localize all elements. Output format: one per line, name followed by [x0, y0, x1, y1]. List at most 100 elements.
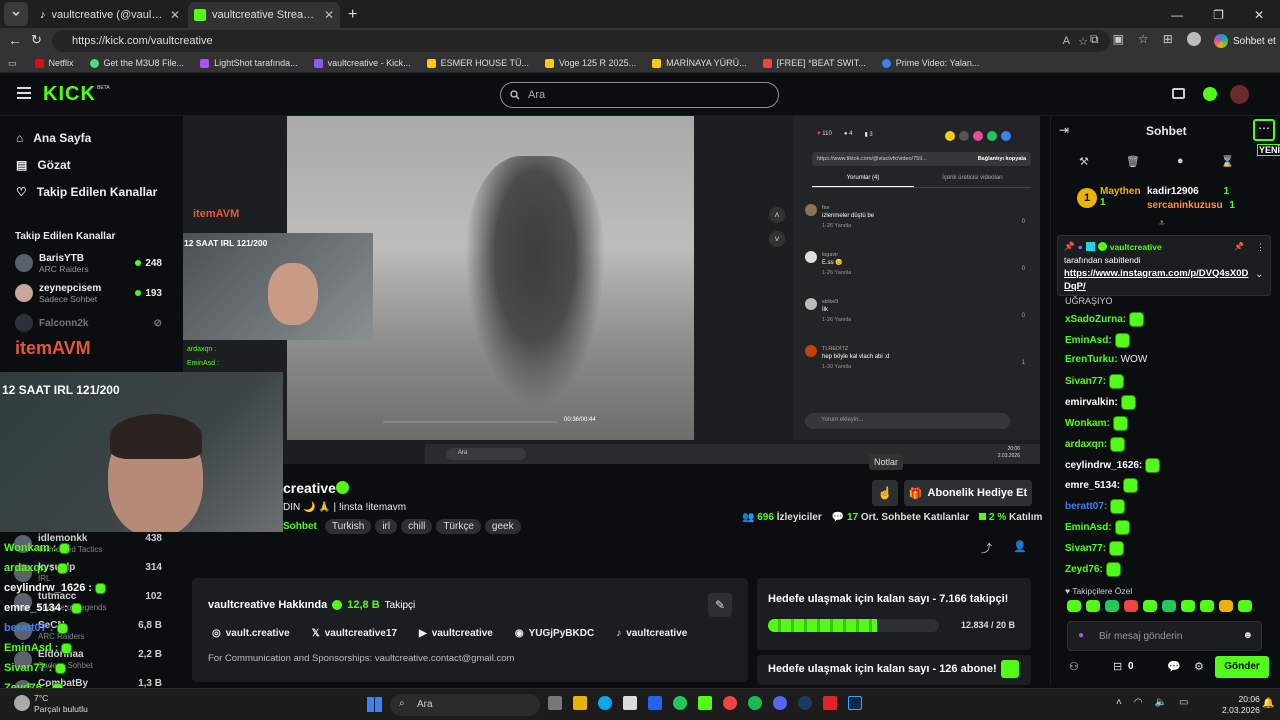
spotify-icon[interactable] — [748, 696, 762, 710]
chat-username[interactable]: Zeyd76: — [1065, 564, 1103, 575]
edge-icon[interactable] — [598, 696, 612, 710]
close-icon[interactable]: ✕ — [170, 8, 180, 22]
chat-input[interactable]: ● Bir mesaj gönderin ☻ — [1067, 621, 1262, 651]
comment-likes[interactable]: 0 — [1022, 218, 1025, 226]
chat-username[interactable]: Sivan77: — [1065, 376, 1106, 387]
emote-icon[interactable] — [1162, 600, 1176, 612]
battery-icon[interactable]: ▭ — [1179, 697, 1188, 708]
new-tab-icon[interactable]: + — [348, 6, 357, 24]
kick-logo[interactable]: KICK — [43, 83, 96, 106]
chat-message[interactable]: ErenTurku: WOW — [1065, 354, 1147, 365]
chat-username[interactable]: EminAsd: — [1065, 335, 1112, 346]
bookmark-lightshot[interactable]: LightShot tarafında... — [200, 58, 298, 68]
task-view-icon[interactable] — [548, 696, 562, 710]
copilot-button[interactable]: Sohbet et — [1214, 31, 1276, 51]
chat-username[interactable]: beratt07: — [1065, 501, 1107, 512]
stream-tag[interactable]: irl — [375, 519, 398, 534]
discord-icon[interactable] — [773, 696, 787, 710]
kick-points-icon[interactable] — [1203, 87, 1217, 101]
search-input[interactable]: Ara — [500, 82, 779, 108]
chat-username[interactable]: Sivan77: — [1065, 543, 1106, 554]
emote-icon[interactable] — [1143, 600, 1157, 612]
chat-message[interactable]: Wonkam: — [1065, 416, 1128, 431]
bookmark-prime[interactable]: Prime Video: Yalan... — [881, 58, 979, 68]
restore-icon[interactable]: ❐ — [1213, 8, 1224, 22]
stream-tag[interactable]: Turkish — [324, 519, 372, 534]
chat-message[interactable]: Sivan77: — [1065, 374, 1125, 390]
social-link[interactable]: ♪ vaultcreative — [616, 628, 687, 639]
emote-icon[interactable] — [1086, 600, 1100, 612]
unpin-icon[interactable]: 📌 — [1234, 242, 1244, 251]
nav-following[interactable]: ♡ Takip Edilen Kanallar — [0, 178, 172, 205]
stream-tag[interactable]: Türkçe — [436, 519, 481, 534]
store-icon[interactable] — [623, 696, 637, 710]
nav-browse[interactable]: ▤ Gözat — [0, 151, 172, 178]
copy-link-button[interactable]: Bağlantıyı kopyala — [978, 156, 1026, 162]
emote-icon[interactable] — [1124, 600, 1138, 612]
taskbar-clock[interactable]: 20:06 2.03.2026 — [1222, 694, 1260, 716]
chat-message[interactable]: ceylindrw_1626: — [1065, 457, 1161, 473]
emote-icon[interactable] — [1200, 600, 1214, 612]
start-icon[interactable] — [367, 697, 382, 712]
emote-icon[interactable] — [1181, 600, 1195, 612]
user-avatar[interactable] — [1230, 85, 1249, 104]
split-screen-icon[interactable]: ▣ — [1113, 32, 1124, 47]
stream-tag[interactable]: Sohbet — [283, 519, 321, 534]
comment-likes[interactable]: 1 — [1022, 359, 1025, 367]
emote-icon[interactable] — [1105, 600, 1119, 612]
follow-user-icon[interactable]: 👤 — [1013, 540, 1027, 553]
chat-message[interactable]: ardaxqn: — [1065, 436, 1126, 452]
tab-kick[interactable]: vaultcreative Stream - Watch Live ✕ — [188, 2, 340, 28]
chat-username[interactable]: emre_5134: — [1065, 480, 1120, 491]
bookmark-m3u8[interactable]: Get the M3U8 File... — [89, 58, 184, 68]
emote-icon[interactable] — [1067, 600, 1081, 612]
window-close-icon[interactable]: ✕ — [1254, 8, 1264, 22]
chrome-icon[interactable] — [723, 696, 737, 710]
chat-message[interactable]: EminAsd: — [1065, 520, 1130, 535]
favorite-icon[interactable]: ☆ — [1078, 35, 1088, 48]
collections-icon[interactable]: ⊞ — [1163, 32, 1173, 47]
close-icon[interactable]: ✕ — [324, 8, 334, 22]
steam-icon[interactable] — [798, 696, 812, 710]
chat-username[interactable]: EminAsd: — [1065, 522, 1112, 533]
bookmark-marina[interactable]: MARİNAYA YÜRÜ... — [652, 58, 747, 68]
kick-app-icon[interactable] — [698, 696, 712, 710]
sidebar-toggle-icon[interactable]: ▭ — [8, 58, 17, 69]
slow-mode-icon[interactable]: ⌛ — [1221, 155, 1235, 168]
comment-input[interactable]: Yorum ekleyin... — [805, 413, 1010, 429]
chat-message[interactable]: Sivan77: — [1065, 540, 1125, 556]
chat-message[interactable]: EminAsd: — [1065, 332, 1130, 348]
nav-arrow-up[interactable]: ˄ — [769, 207, 785, 223]
bookmark-netflix[interactable]: Netflix — [34, 58, 74, 68]
nav-arrow-down[interactable]: ˅ — [769, 231, 785, 247]
chat-message[interactable]: emirvalkin: — [1065, 395, 1136, 411]
minimize-icon[interactable]: — — [1171, 8, 1183, 22]
chat-username[interactable]: emirvalkin: — [1065, 397, 1118, 408]
mic-icon[interactable]: ● — [1078, 630, 1084, 641]
share-icon[interactable]: ⤴ — [981, 540, 992, 556]
chat-message[interactable]: xSadoZurna: — [1065, 312, 1145, 327]
pinned-message[interactable]: 📌 ● vaultcreative 📌 ⋮ tarafından sabitle… — [1057, 235, 1271, 296]
send-icon[interactable] — [973, 131, 983, 141]
bookmark-esmer-house[interactable]: ESMER HOUSE TÜ... — [426, 58, 529, 68]
profile-avatar[interactable] — [1186, 32, 1201, 46]
moderation-icon[interactable]: ⚒ — [1079, 155, 1089, 168]
taskbar-search[interactable]: ⌕ Ara — [390, 694, 540, 716]
bookmark-voge[interactable]: Voge 125 R 2025... — [545, 58, 636, 68]
notification-icon[interactable]: 🔔 — [1262, 698, 1274, 709]
social-link[interactable]: 𝕏vaultcreative17 — [312, 628, 397, 639]
edit-button[interactable]: ✎ — [708, 593, 732, 617]
delete-icon[interactable]: 🗑 — [1126, 155, 1140, 168]
reload-icon[interactable]: ↻ — [31, 32, 42, 48]
social-link[interactable]: ◎ vault.creative — [212, 628, 290, 639]
nav-home[interactable]: ⌂ Ana Sayfa — [0, 124, 172, 151]
weather-widget[interactable]: 7°C Parçalı bulutlu — [34, 693, 88, 715]
expand-icon[interactable]: ⩡ — [1159, 218, 1165, 229]
favorites-icon[interactable]: ☆ — [1138, 32, 1149, 47]
chat-message[interactable]: emre_5134: — [1065, 478, 1139, 494]
wifi-icon[interactable]: ◠ — [1134, 697, 1143, 708]
app-icon[interactable] — [823, 696, 837, 710]
tab-tiktok[interactable]: ♪ vaultcreative (@vaultcreative) ✕ — [34, 2, 186, 28]
chat-settings-button[interactable]: ⋯ — [1253, 119, 1275, 141]
theatre-mode-icon[interactable] — [1172, 88, 1185, 99]
